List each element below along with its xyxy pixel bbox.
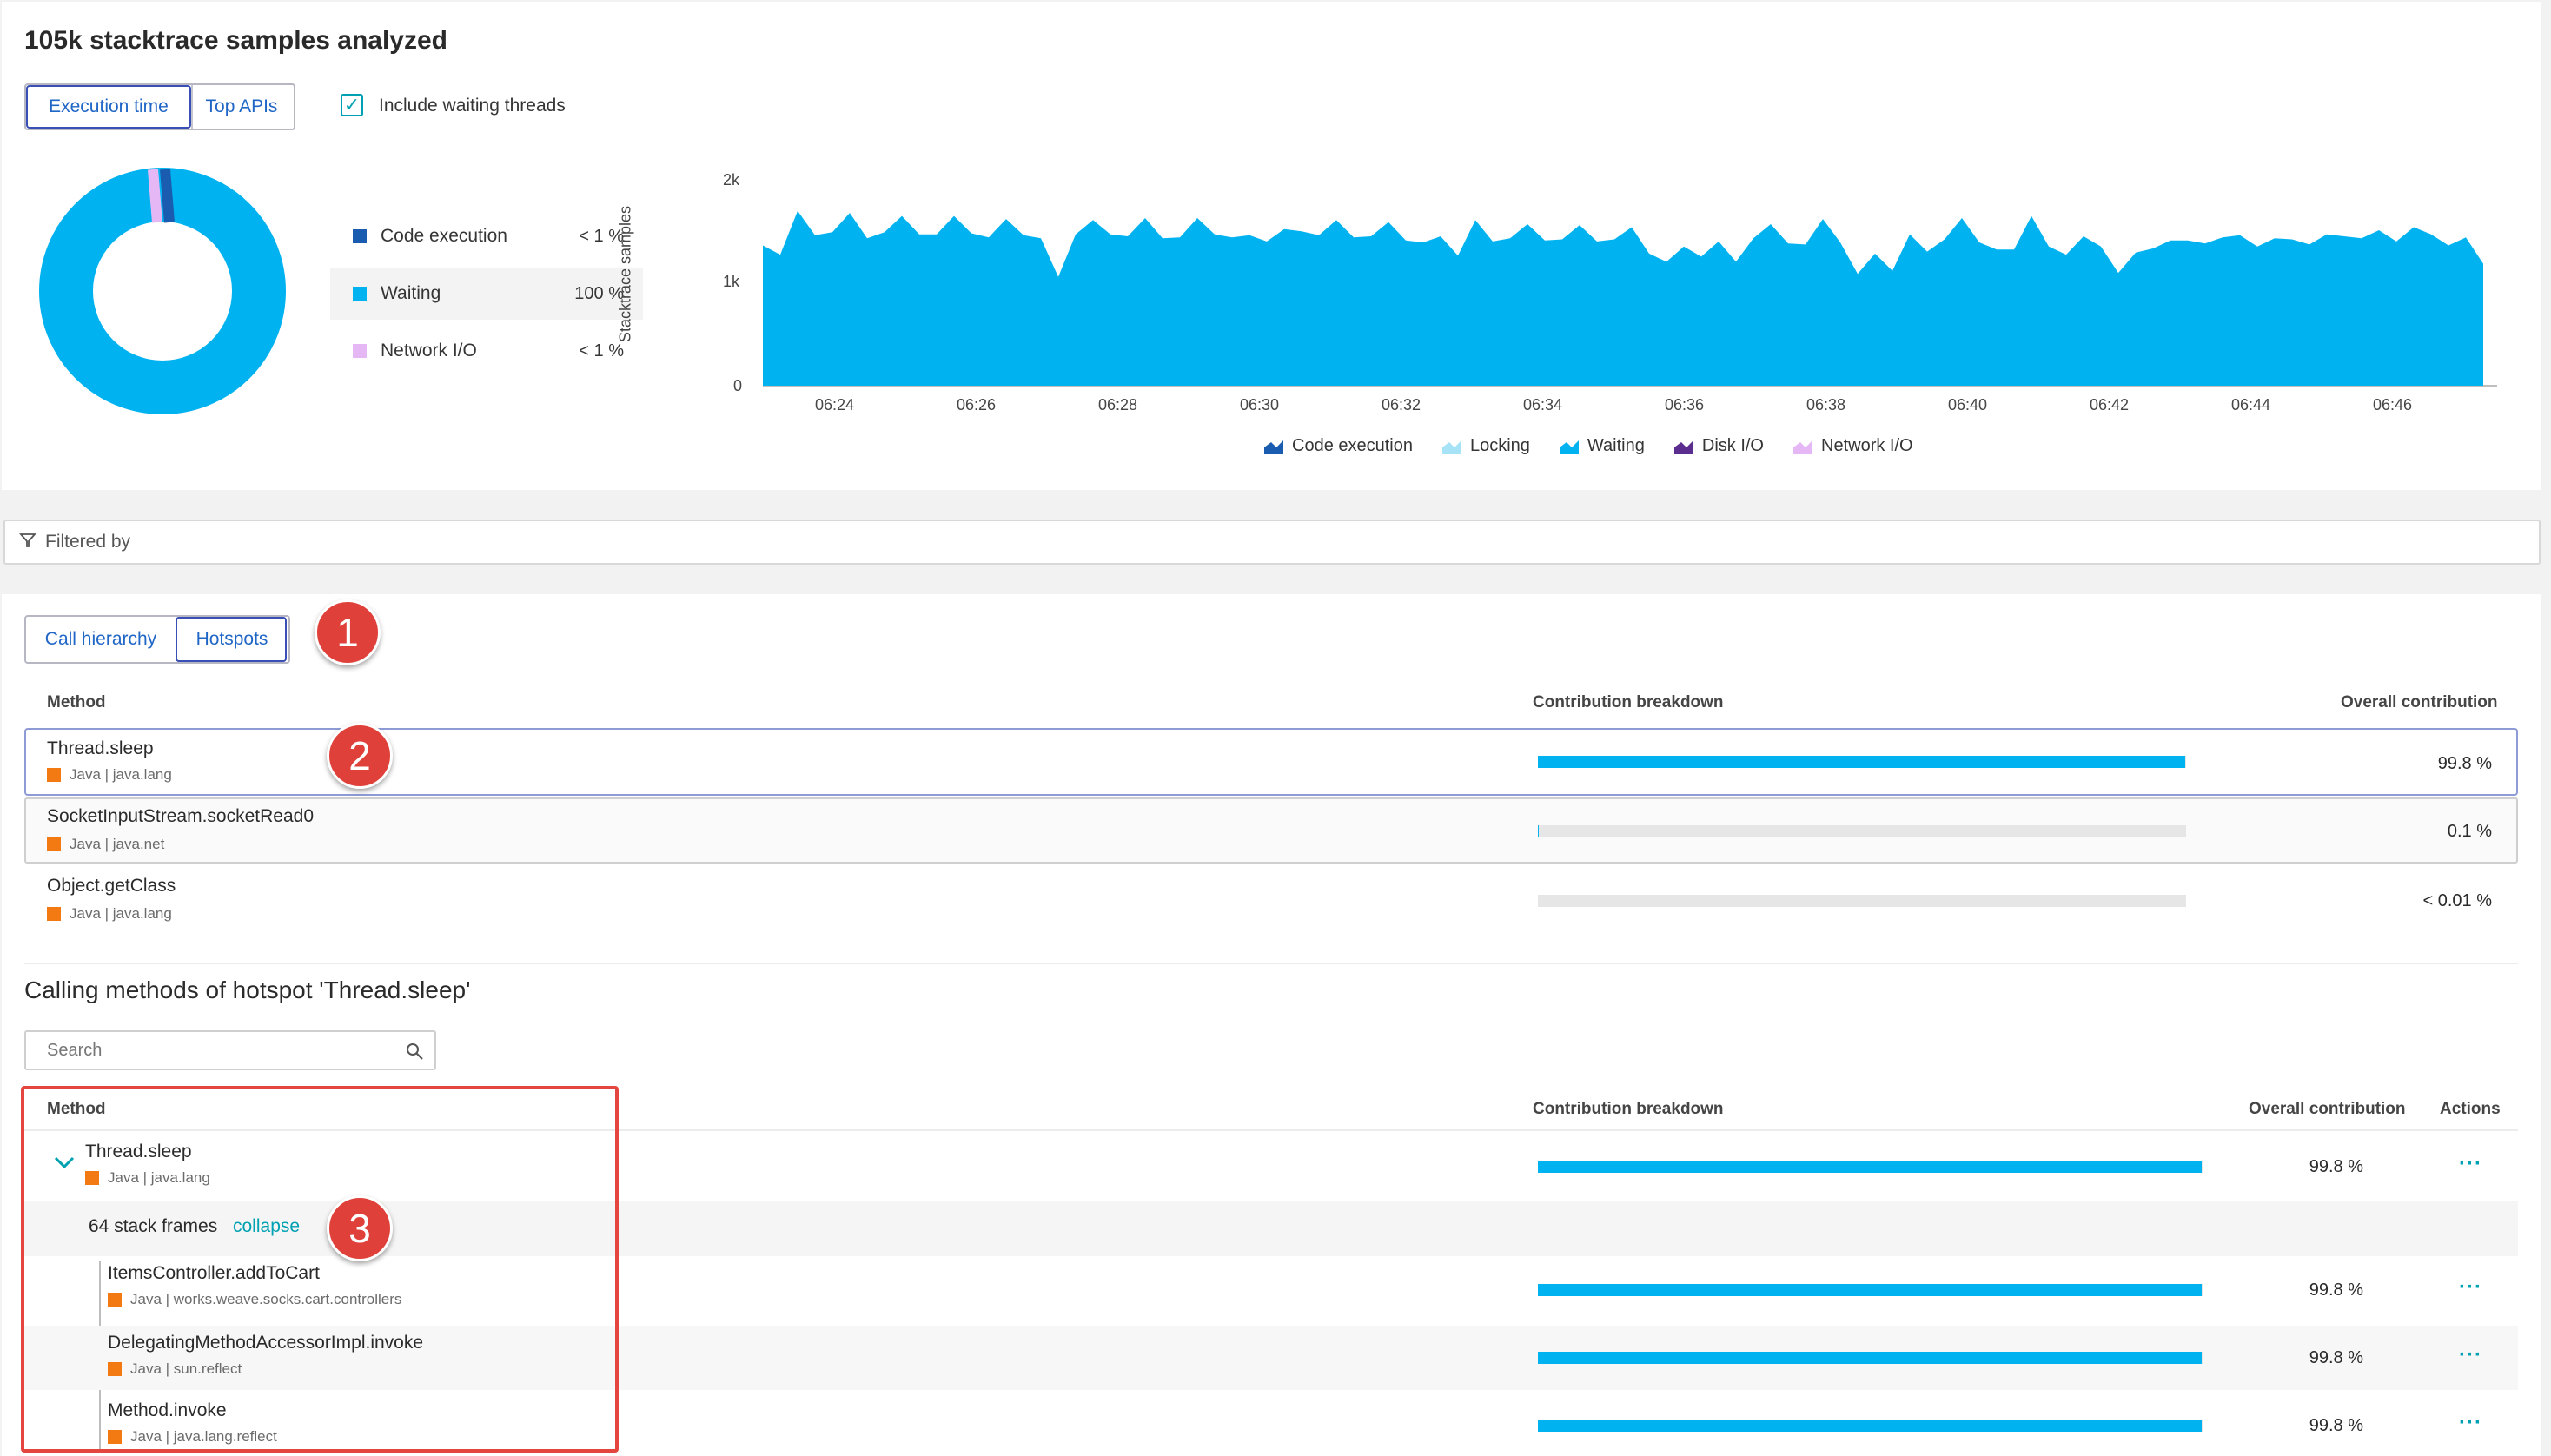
donut-slice-network-io-mark — [148, 169, 162, 223]
callout-badge-2: 2 — [327, 723, 393, 789]
y-tick-1k: 1k — [723, 273, 740, 290]
chart-legend-network-io[interactable]: Network I/O — [1793, 436, 1913, 456]
include-waiting-label: Include waiting threads — [379, 96, 566, 116]
col-method: Method — [47, 693, 106, 711]
donut-legend-code-execution[interactable]: Code execution < 1 % — [330, 210, 643, 262]
method-name: Object.getClass — [47, 876, 176, 896]
tab-top-apis[interactable]: Top APIs — [191, 85, 290, 129]
y-tick-2k: 2k — [723, 171, 740, 189]
tab-hotspots[interactable]: Hotspots — [176, 617, 287, 662]
x-tick: 06:40 — [1948, 396, 1988, 414]
area-chart — [763, 210, 2497, 387]
chart-legend-code-execution[interactable]: Code execution — [1264, 436, 1413, 456]
contribution-bar — [1538, 1352, 2203, 1364]
contribution-bar — [1538, 756, 2186, 768]
search-input[interactable] — [45, 1032, 396, 1069]
overall-contribution: 99.8 % — [2309, 1157, 2363, 1176]
filter-bar[interactable] — [3, 520, 2541, 565]
x-tick: 06:46 — [2373, 396, 2413, 414]
search-icon[interactable] — [405, 1042, 424, 1061]
contribution-bar-fill — [1538, 1161, 2203, 1173]
swatch — [353, 229, 367, 243]
contribution-bar-fill — [1538, 1352, 2203, 1364]
swatch — [353, 344, 367, 358]
java-icon — [47, 837, 61, 851]
x-tick: 06:36 — [1665, 396, 1705, 414]
col-overall-contribution: Overall contribution — [2341, 693, 2498, 711]
swatch — [353, 287, 367, 301]
contribution-bar-fill — [1538, 1284, 2203, 1296]
section-divider — [24, 963, 2518, 964]
java-icon — [47, 768, 61, 782]
tab-execution-time[interactable]: Execution time — [26, 85, 191, 129]
chart-legend-waiting[interactable]: Waiting — [1559, 436, 1645, 456]
donut-slice-code-execution — [160, 169, 175, 223]
contribution-bar — [1538, 895, 2186, 907]
method-name: SocketInputStream.socketRead0 — [47, 806, 315, 826]
chart-legend: Code execution Locking Waiting Disk I/O … — [1264, 436, 1913, 456]
contribution-bar — [1538, 1420, 2203, 1432]
x-tick: 06:34 — [1523, 396, 1563, 414]
donut-chart — [39, 168, 286, 414]
highlight-box — [21, 1086, 619, 1453]
area-icon — [1559, 440, 1579, 454]
filter-label: Filtered by — [45, 532, 131, 552]
chart-legend-locking[interactable]: Locking — [1441, 436, 1530, 456]
method-name: Thread.sleep — [47, 738, 154, 758]
filter-icon — [19, 533, 36, 547]
actions-menu-icon[interactable]: ··· — [2459, 1275, 2482, 1300]
overall-contribution: 99.8 % — [2309, 1416, 2363, 1435]
area-series-waiting — [763, 210, 2483, 386]
x-tick: 06:32 — [1382, 396, 1421, 414]
area-icon — [1264, 440, 1283, 454]
java-icon — [47, 907, 61, 921]
method-technology: Java | java.lang — [47, 905, 172, 923]
y-axis-label: Stacktrace samples — [616, 205, 634, 343]
area-icon — [1673, 440, 1693, 454]
x-tick: 06:24 — [815, 396, 855, 414]
x-tick: 06:38 — [1806, 396, 1846, 414]
actions-menu-icon[interactable]: ··· — [2459, 1343, 2482, 1367]
col-contribution-breakdown: Contribution breakdown — [1533, 1100, 1724, 1118]
x-tick: 06:42 — [2090, 396, 2130, 414]
chart-legend-disk-io[interactable]: Disk I/O — [1673, 436, 1764, 456]
view-tabs: Execution time Top APIs — [24, 83, 295, 130]
col-contribution-breakdown: Contribution breakdown — [1533, 693, 1724, 711]
overall-contribution: 99.8 % — [2437, 754, 2492, 773]
actions-menu-icon[interactable]: ··· — [2459, 1411, 2482, 1435]
donut-slice-waiting — [39, 168, 286, 414]
method-technology: Java | java.lang — [47, 766, 172, 784]
x-tick: 06:26 — [957, 396, 997, 414]
area-icon — [1793, 440, 1812, 454]
col-overall-contribution: Overall contribution — [2249, 1100, 2406, 1118]
donut-legend-waiting[interactable]: Waiting 100 % — [330, 268, 643, 320]
area-icon — [1441, 440, 1461, 454]
method-technology: Java | java.net — [47, 836, 164, 853]
actions-menu-icon[interactable]: ··· — [2459, 1152, 2482, 1176]
x-tick: 06:28 — [1098, 396, 1138, 414]
page-title: 105k stacktrace samples analyzed — [24, 26, 447, 55]
contribution-bar — [1538, 825, 2186, 837]
search-box — [24, 1030, 436, 1070]
contribution-bar-fill — [1538, 756, 2185, 768]
include-waiting-checkbox[interactable]: ✓ — [341, 94, 363, 116]
contribution-bar — [1538, 1161, 2203, 1173]
x-tick: 06:44 — [2231, 396, 2271, 414]
overall-contribution: 99.8 % — [2309, 1348, 2363, 1367]
col-actions: Actions — [2440, 1100, 2501, 1118]
contribution-bar — [1538, 1284, 2203, 1296]
contribution-bar-fill — [1538, 825, 1539, 837]
calling-methods-title: Calling methods of hotspot 'Thread.sleep… — [24, 976, 471, 1003]
x-tick: 06:30 — [1240, 396, 1280, 414]
donut-legend-network-io[interactable]: Network I/O < 1 % — [330, 325, 643, 377]
contribution-bar-fill — [1538, 1420, 2203, 1432]
overall-contribution: < 0.01 % — [2422, 891, 2492, 910]
analysis-tabs: Call hierarchy Hotspots — [24, 615, 290, 664]
y-tick-0: 0 — [733, 377, 743, 394]
callout-badge-1: 1 — [315, 599, 381, 665]
tab-call-hierarchy[interactable]: Call hierarchy — [26, 617, 176, 662]
overall-contribution: 0.1 % — [2447, 822, 2492, 841]
overall-contribution: 99.8 % — [2309, 1281, 2363, 1300]
